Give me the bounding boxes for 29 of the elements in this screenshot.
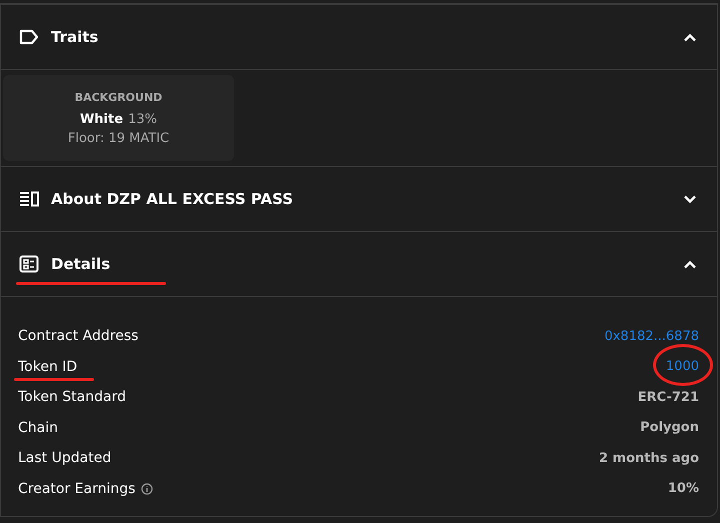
detail-link[interactable]: 1000 — [666, 359, 699, 374]
detail-link[interactable]: 0x8182...6878 — [604, 328, 699, 344]
detail-value: 10% — [668, 481, 699, 496]
detail-label: Token ID — [18, 358, 78, 375]
detail-label: Chain — [18, 420, 58, 436]
detail-label: Contract Address — [18, 328, 138, 344]
detail-label: Creator Earnings — [18, 480, 136, 497]
detail-value: 2 months ago — [598, 450, 699, 466]
trait-card[interactable]: BACKGROUND White 13% Floor: 19 MATIC — [3, 75, 234, 161]
section-header[interactable]: Details — [1, 232, 717, 297]
section-header[interactable]: About DZP ALL EXCESS PASS — [1, 167, 717, 232]
detail-value: Polygon — [640, 420, 699, 436]
section-title: Details — [51, 255, 112, 273]
detail-label: Token Standard — [18, 389, 126, 406]
trait-value: White — [80, 112, 124, 126]
chevron-up-icon[interactable] — [683, 260, 697, 268]
tag-icon — [19, 29, 39, 45]
trait-floor: Floor: 19 MATIC — [68, 130, 170, 146]
trait-rarity: 13% — [128, 112, 158, 126]
section-title: Traits — [51, 28, 100, 46]
detail-value: ERC-721 — [638, 390, 699, 405]
section-header[interactable]: Traits — [1, 5, 717, 70]
text-lines-icon — [19, 191, 39, 207]
section-title: About DZP ALL EXCESS PASS — [51, 190, 294, 208]
chevron-up-icon[interactable] — [683, 32, 697, 42]
list-details-icon — [19, 255, 39, 273]
trait-type: BACKGROUND — [74, 90, 162, 104]
detail-label: Last Updated — [18, 450, 112, 466]
chevron-down-icon[interactable] — [683, 194, 697, 204]
